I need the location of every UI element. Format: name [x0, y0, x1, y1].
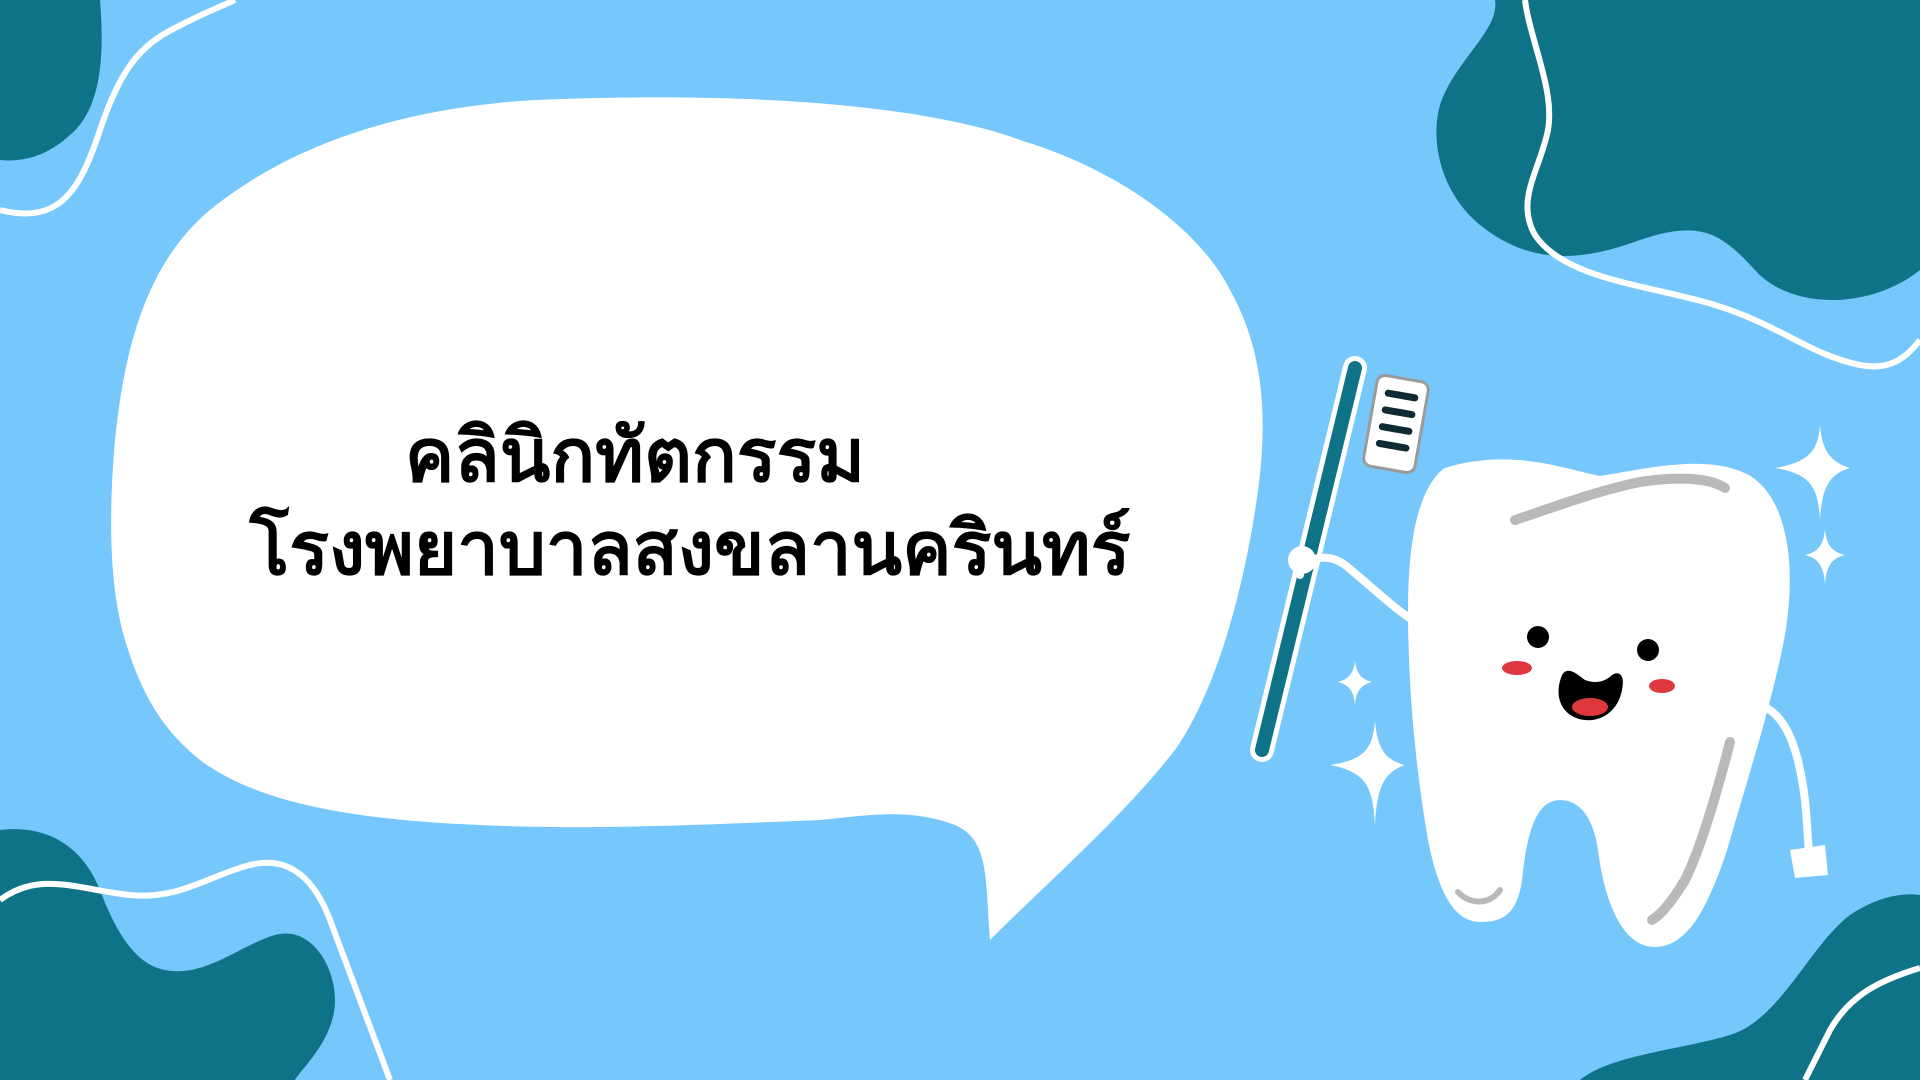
right-cheek: [1649, 679, 1675, 693]
slide: คลินิกทัตกรรม โรงพยาบาลสงขลานครินทร์: [0, 0, 1920, 1080]
left-eye: [1527, 626, 1549, 648]
toothbrush-icon: [1250, 356, 1430, 762]
slide-title: คลินิกทัตกรรม โรงพยาบาลสงขลานครินทร์: [150, 410, 1230, 595]
left-cheek: [1502, 661, 1532, 675]
sparkle-icon: [1330, 720, 1405, 825]
top-left-blob: [0, 0, 102, 161]
title-line-1: คลินิกทัตกรรม: [404, 413, 866, 499]
sparkle-icon: [1775, 425, 1850, 520]
sparkle-icon: [1338, 660, 1372, 705]
title-line-2: โรงพยาบาลสงขลานครินทร์: [249, 505, 1131, 592]
tooth-mascot: [1288, 459, 1828, 948]
sparkle-icon: [1805, 528, 1845, 585]
right-eye: [1637, 639, 1659, 661]
top-right-blob: [1436, 0, 1920, 300]
